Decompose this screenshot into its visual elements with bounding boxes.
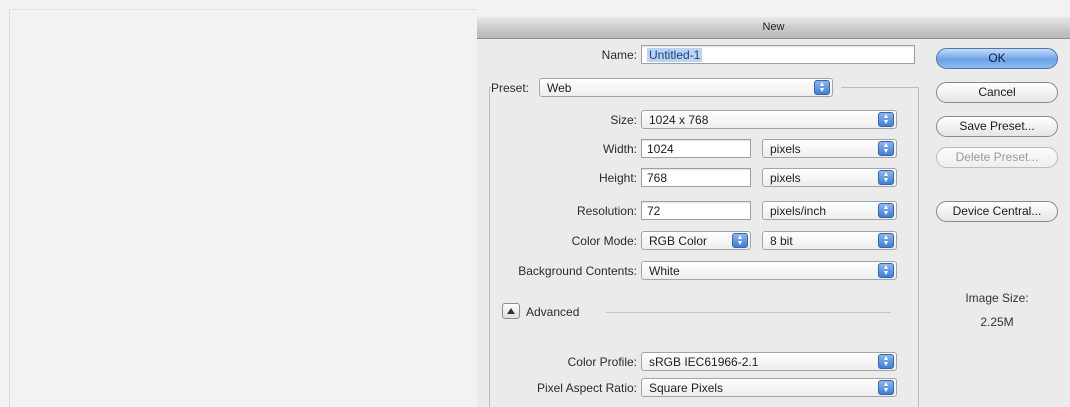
color-profile-popup[interactable]: sRGB IEC61966-2.1 ▲ ▼	[641, 352, 897, 371]
pixel-aspect-ratio-label: Pixel Aspect Ratio:	[536, 381, 637, 395]
device-central-button[interactable]: Device Central...	[936, 201, 1058, 222]
width-field[interactable]: 1024	[641, 139, 751, 158]
color-profile-value: sRGB IEC61966-2.1	[649, 355, 759, 369]
disclosure-triangle-icon	[507, 308, 515, 314]
pixel-aspect-ratio-popup[interactable]: Square Pixels ▲ ▼	[641, 378, 897, 397]
updown-arrows-icon: ▲ ▼	[878, 170, 894, 185]
size-label: Size:	[610, 113, 637, 127]
name-label: Name:	[601, 48, 637, 62]
resolution-label: Resolution:	[576, 204, 637, 218]
updown-arrows-icon: ▲ ▼	[878, 141, 894, 156]
page-divider-top	[9, 9, 477, 10]
background-contents-value: White	[649, 264, 680, 278]
dialog-title: New	[762, 21, 785, 33]
height-unit-value: pixels	[770, 171, 801, 185]
background-contents-label: Background Contents:	[518, 264, 637, 278]
updown-arrows-icon: ▲ ▼	[732, 233, 748, 248]
height-unit-popup[interactable]: pixels ▲ ▼	[762, 168, 897, 187]
image-size-label: Image Size:	[965, 291, 1029, 305]
updown-arrows-icon: ▲ ▼	[878, 263, 894, 278]
delete-preset-button[interactable]: Delete Preset...	[936, 147, 1058, 168]
preset-popup[interactable]: Web ▲ ▼	[539, 78, 833, 97]
pixel-aspect-ratio-value: Square Pixels	[649, 381, 724, 395]
color-profile-label: Color Profile:	[567, 355, 637, 369]
page-divider-left	[9, 9, 10, 407]
updown-arrows-icon: ▲ ▼	[814, 80, 830, 95]
height-label: Height:	[598, 171, 637, 185]
height-field[interactable]: 768	[641, 168, 751, 187]
preset-label: Preset:	[491, 81, 530, 95]
updown-arrows-icon: ▲ ▼	[878, 203, 894, 218]
updown-arrows-icon: ▲ ▼	[878, 354, 894, 369]
updown-arrows-icon: ▲ ▼	[878, 112, 894, 127]
resolution-field[interactable]: 72	[641, 201, 751, 220]
color-mode-popup[interactable]: RGB Color ▲ ▼	[641, 231, 751, 250]
ok-button[interactable]: OK	[936, 48, 1058, 69]
bit-depth-value: 8 bit	[770, 234, 793, 248]
dialog-titlebar[interactable]: New	[477, 17, 1070, 39]
advanced-divider	[606, 312, 891, 313]
advanced-toggle-button[interactable]	[502, 303, 520, 319]
resolution-unit-value: pixels/inch	[770, 204, 827, 218]
color-mode-value: RGB Color	[649, 234, 708, 248]
name-value: Untitled-1	[647, 48, 703, 62]
size-popup[interactable]: 1024 x 768 ▲ ▼	[641, 110, 897, 129]
updown-arrows-icon: ▲ ▼	[878, 380, 894, 395]
cancel-button[interactable]: Cancel	[936, 82, 1058, 103]
color-mode-label: Color Mode:	[571, 234, 637, 248]
updown-arrows-icon: ▲ ▼	[878, 233, 894, 248]
size-value: 1024 x 768	[649, 113, 709, 127]
resolution-unit-popup[interactable]: pixels/inch ▲ ▼	[762, 201, 897, 220]
width-unit-value: pixels	[770, 142, 801, 156]
width-unit-popup[interactable]: pixels ▲ ▼	[762, 139, 897, 158]
background-contents-popup[interactable]: White ▲ ▼	[641, 261, 897, 280]
width-label: Width:	[602, 142, 637, 156]
new-document-dialog: New Name: Untitled-1 Preset: Web ▲ ▼ Size…	[477, 17, 1070, 407]
bit-depth-popup[interactable]: 8 bit ▲ ▼	[762, 231, 897, 250]
image-size-value: 2.25M	[980, 315, 1014, 329]
save-preset-button[interactable]: Save Preset...	[936, 116, 1058, 137]
advanced-label: Advanced	[526, 305, 580, 319]
name-field[interactable]: Untitled-1	[641, 45, 915, 64]
preset-value: Web	[547, 81, 572, 95]
